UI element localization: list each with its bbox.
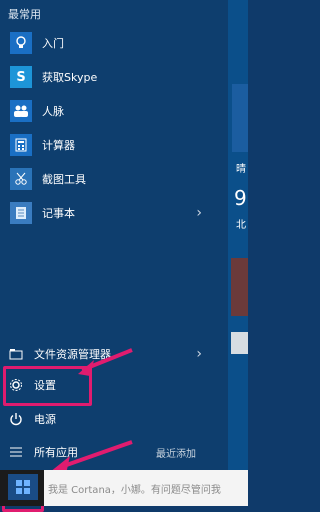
chevron-right-icon[interactable]: › [196,205,202,221]
power-label: 电源 [34,413,56,426]
tile[interactable] [232,84,248,152]
tile[interactable] [231,332,248,354]
tile-label-fragment: 晴 [236,164,246,175]
people-icon [10,100,32,122]
scissors-icon [10,168,32,190]
arrow-icon [78,348,133,376]
new-label: 最近添加 [156,449,196,460]
start-button[interactable] [8,474,38,500]
app-label: 入门 [42,37,64,50]
chevron-right-icon[interactable]: › [196,346,202,362]
app-label: 获取Skype [42,71,98,84]
app-item-snipping-tool[interactable]: 截图工具 [0,162,228,196]
notepad-icon [10,202,32,224]
clock-tile-fragment: 9 [234,186,247,210]
app-item-notepad[interactable]: 记事本 › [0,196,228,230]
folder-icon [8,346,24,362]
photo-tile[interactable] [231,258,248,316]
app-label: 计算器 [42,139,75,152]
power-item[interactable]: 电源 [0,407,228,431]
power-icon [8,411,24,427]
search-placeholder: 我是 Cortana，小娜。有问题尽管问我 [48,485,221,496]
windows-logo-icon [16,480,30,494]
section-title: 最常用 [8,8,41,21]
app-label: 人脉 [42,105,64,118]
app-item-people[interactable]: 人脉 [0,94,228,128]
calculator-icon [10,134,32,156]
tile-label-fragment: 北 [236,220,246,231]
app-item-calculator[interactable]: 计算器 [0,128,228,162]
skype-icon: S [10,66,32,88]
app-item-getting-started[interactable]: 入门 [0,26,228,60]
app-item-skype[interactable]: S 获取Skype [0,60,228,94]
app-label: 截图工具 [42,173,86,186]
list-icon [8,444,24,460]
lightbulb-icon [10,32,32,54]
app-label: 记事本 [42,207,75,220]
live-tiles-panel: 晴 9 北 [228,0,248,470]
